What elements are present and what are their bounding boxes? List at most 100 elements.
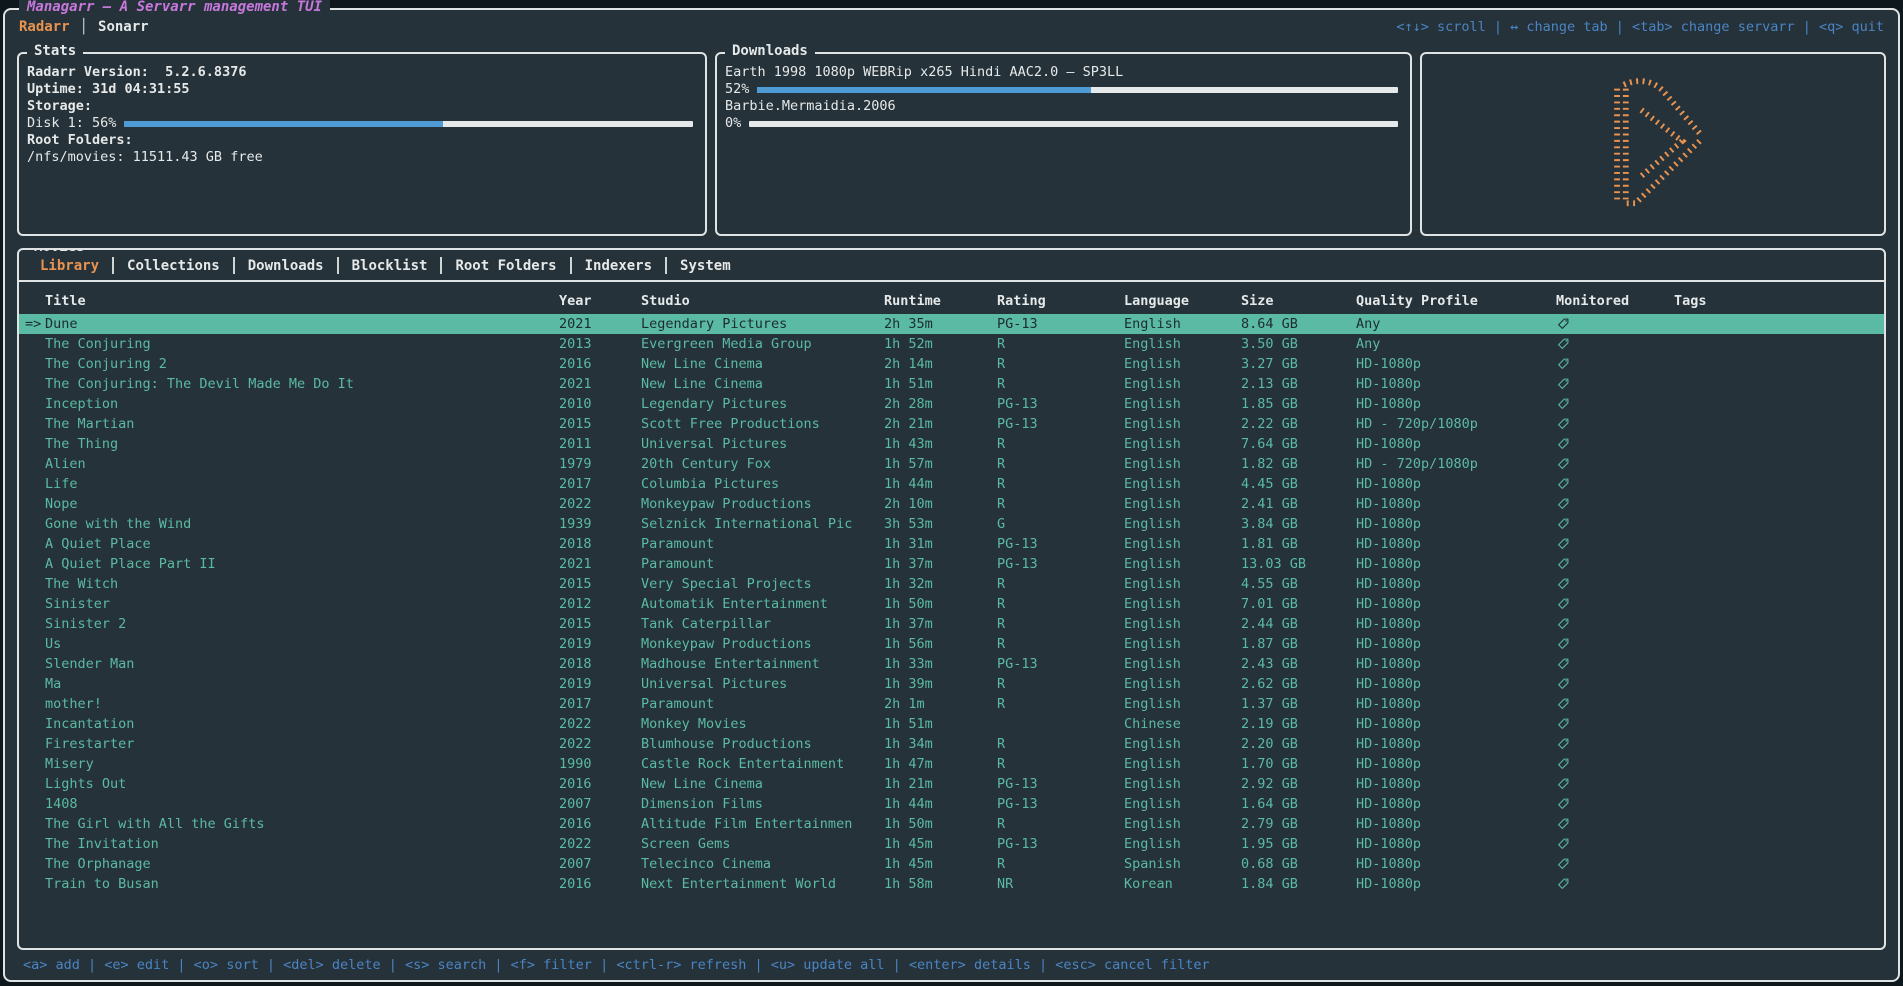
movie-language: English bbox=[1124, 476, 1241, 492]
monitored-tag-icon bbox=[1556, 717, 1674, 731]
servarr-tabs: Radarr │ Sonarr bbox=[19, 19, 149, 35]
movie-studio: New Line Cinema bbox=[641, 776, 884, 792]
movie-rating: R bbox=[997, 476, 1124, 492]
column-runtime: Runtime bbox=[884, 293, 997, 309]
table-row[interactable]: 1408 2007 Dimension Films 1h 44m PG-13 E… bbox=[19, 794, 1884, 814]
tab-root-folders[interactable]: Root Folders bbox=[442, 258, 569, 274]
movie-runtime: 1h 37m bbox=[884, 556, 997, 572]
movie-studio: Evergreen Media Group bbox=[641, 336, 884, 352]
movie-quality-profile: Any bbox=[1356, 316, 1556, 332]
table-row[interactable]: Nope 2022 Monkeypaw Productions 2h 10m R… bbox=[19, 494, 1884, 514]
movie-year: 2016 bbox=[559, 356, 641, 372]
movie-size: 1.85 GB bbox=[1241, 396, 1356, 412]
table-row[interactable]: Sinister 2012 Automatik Entertainment 1h… bbox=[19, 594, 1884, 614]
table-row[interactable]: Ma 2019 Universal Pictures 1h 39m R Engl… bbox=[19, 674, 1884, 694]
monitored-tag-icon bbox=[1556, 357, 1674, 371]
tab-collections[interactable]: Collections bbox=[114, 258, 233, 274]
movie-rating: R bbox=[997, 636, 1124, 652]
table-row[interactable]: Alien 1979 20th Century Fox 1h 57m R Eng… bbox=[19, 454, 1884, 474]
movie-runtime: 1h 50m bbox=[884, 816, 997, 832]
movie-runtime: 1h 47m bbox=[884, 756, 997, 772]
table-row[interactable]: Incantation 2022 Monkey Movies 1h 51m Ch… bbox=[19, 714, 1884, 734]
movie-title: The Martian bbox=[45, 416, 559, 432]
movie-runtime: 1h 50m bbox=[884, 596, 997, 612]
table-row[interactable]: Slender Man 2018 Madhouse Entertainment … bbox=[19, 654, 1884, 674]
movie-language: English bbox=[1124, 776, 1241, 792]
movie-runtime: 2h 35m bbox=[884, 316, 997, 332]
movie-quality-profile: HD-1080p bbox=[1356, 576, 1556, 592]
movie-title: Slender Man bbox=[45, 656, 559, 672]
movie-quality-profile: HD-1080p bbox=[1356, 496, 1556, 512]
movie-title: Inception bbox=[45, 396, 559, 412]
monitored-tag-icon bbox=[1556, 537, 1674, 551]
monitored-tag-icon bbox=[1556, 577, 1674, 591]
movie-rating: PG-13 bbox=[997, 416, 1124, 432]
movie-year: 2022 bbox=[559, 736, 641, 752]
movie-title: Nope bbox=[45, 496, 559, 512]
download-percent: 52% bbox=[725, 81, 749, 98]
table-row[interactable]: => Dune 2021 Legendary Pictures 2h 35m P… bbox=[19, 314, 1884, 334]
movie-title: Life bbox=[45, 476, 559, 492]
movie-title: Gone with the Wind bbox=[45, 516, 559, 532]
movie-language: English bbox=[1124, 676, 1241, 692]
movie-language: English bbox=[1124, 516, 1241, 532]
table-row[interactable]: Firestarter 2022 Blumhouse Productions 1… bbox=[19, 734, 1884, 754]
column-quality-profile: Quality Profile bbox=[1356, 293, 1556, 309]
monitored-tag-icon bbox=[1556, 497, 1674, 511]
table-row[interactable]: Sinister 2 2015 Tank Caterpillar 1h 37m … bbox=[19, 614, 1884, 634]
table-row[interactable]: The Conjuring: The Devil Made Me Do It 2… bbox=[19, 374, 1884, 394]
movie-size: 13.03 GB bbox=[1241, 556, 1356, 572]
table-row[interactable]: The Witch 2015 Very Special Projects 1h … bbox=[19, 574, 1884, 594]
movie-size: 1.70 GB bbox=[1241, 756, 1356, 772]
movie-rating: R bbox=[997, 736, 1124, 752]
table-row[interactable]: Life 2017 Columbia Pictures 1h 44m R Eng… bbox=[19, 474, 1884, 494]
monitored-tag-icon bbox=[1556, 557, 1674, 571]
movie-title: Ma bbox=[45, 676, 559, 692]
table-row[interactable]: The Martian 2015 Scott Free Productions … bbox=[19, 414, 1884, 434]
table-row[interactable]: The Girl with All the Gifts 2016 Altitud… bbox=[19, 814, 1884, 834]
column-tags: Tags bbox=[1674, 293, 1884, 309]
table-row[interactable]: A Quiet Place Part II 2021 Paramount 1h … bbox=[19, 554, 1884, 574]
movie-language: English bbox=[1124, 736, 1241, 752]
table-row[interactable]: The Orphanage 2007 Telecinco Cinema 1h 4… bbox=[19, 854, 1884, 874]
movie-quality-profile: HD-1080p bbox=[1356, 656, 1556, 672]
movie-language: English bbox=[1124, 576, 1241, 592]
column-studio: Studio bbox=[641, 293, 884, 309]
table-row[interactable]: A Quiet Place 2018 Paramount 1h 31m PG-1… bbox=[19, 534, 1884, 554]
column-monitored: Monitored bbox=[1556, 293, 1674, 309]
tab-system[interactable]: System bbox=[667, 258, 744, 274]
movie-runtime: 1h 33m bbox=[884, 656, 997, 672]
movie-year: 1979 bbox=[559, 456, 641, 472]
table-row[interactable]: Train to Busan 2016 Next Entertainment W… bbox=[19, 874, 1884, 894]
movie-year: 2007 bbox=[559, 796, 641, 812]
column-title: Title bbox=[45, 293, 559, 309]
table-row[interactable]: The Conjuring 2013 Evergreen Media Group… bbox=[19, 334, 1884, 354]
movie-rating: G bbox=[997, 516, 1124, 532]
movie-runtime: 1h 21m bbox=[884, 776, 997, 792]
tab-downloads[interactable]: Downloads bbox=[235, 258, 337, 274]
tab-library[interactable]: Library bbox=[27, 258, 112, 274]
movie-language: English bbox=[1124, 636, 1241, 652]
tab-sonarr[interactable]: Sonarr bbox=[98, 19, 149, 35]
movie-year: 2016 bbox=[559, 876, 641, 892]
tab-indexers[interactable]: Indexers bbox=[572, 258, 665, 274]
monitored-tag-icon bbox=[1556, 337, 1674, 351]
table-row[interactable]: Lights Out 2016 New Line Cinema 1h 21m P… bbox=[19, 774, 1884, 794]
tab-blocklist[interactable]: Blocklist bbox=[339, 258, 441, 274]
downloads-panel-title: Downloads bbox=[725, 43, 815, 59]
table-row[interactable]: The Thing 2011 Universal Pictures 1h 43m… bbox=[19, 434, 1884, 454]
table-row[interactable]: The Invitation 2022 Screen Gems 1h 45m P… bbox=[19, 834, 1884, 854]
table-row[interactable]: Us 2019 Monkeypaw Productions 1h 56m R E… bbox=[19, 634, 1884, 654]
table-row[interactable]: Inception 2010 Legendary Pictures 2h 28m… bbox=[19, 394, 1884, 414]
table-row[interactable]: mother! 2017 Paramount 2h 1m R English 1… bbox=[19, 694, 1884, 714]
movie-size: 3.84 GB bbox=[1241, 516, 1356, 532]
movie-studio: New Line Cinema bbox=[641, 356, 884, 372]
movie-rating: R bbox=[997, 356, 1124, 372]
movie-studio: Telecinco Cinema bbox=[641, 856, 884, 872]
table-row[interactable]: Gone with the Wind 1939 Selznick Interna… bbox=[19, 514, 1884, 534]
tab-radarr[interactable]: Radarr bbox=[19, 19, 70, 35]
table-row[interactable]: The Conjuring 2 2016 New Line Cinema 2h … bbox=[19, 354, 1884, 374]
movie-rating: NR bbox=[997, 876, 1124, 892]
movie-year: 2015 bbox=[559, 416, 641, 432]
table-row[interactable]: Misery 1990 Castle Rock Entertainment 1h… bbox=[19, 754, 1884, 774]
